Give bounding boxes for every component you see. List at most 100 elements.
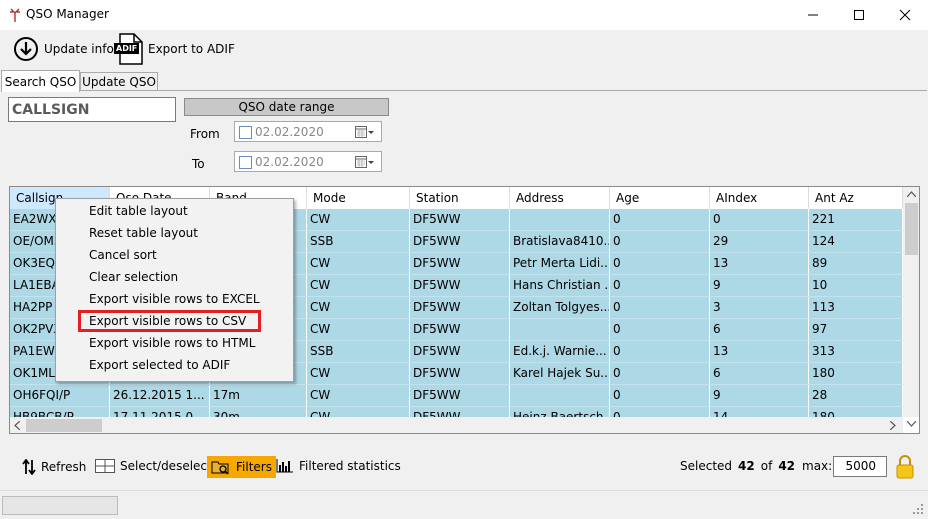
menu-item-clear-selection[interactable]: Clear selection — [89, 266, 178, 288]
table-cell: 113 — [809, 297, 903, 318]
table-cell: Petr Merta Lidi... — [510, 253, 610, 274]
callsign-input[interactable]: CALLSIGN — [8, 97, 176, 122]
vertical-scrollbar[interactable] — [903, 187, 919, 427]
date-range-header: QSO date range — [184, 98, 389, 116]
table-cell: 29 — [710, 231, 809, 252]
filters-label: Filters — [236, 460, 272, 474]
vertical-scroll-thumb[interactable] — [905, 203, 918, 255]
table-cell: 0 — [610, 363, 710, 384]
menu-item-export-excel[interactable]: Export visible rows to EXCEL — [89, 288, 260, 310]
column-header[interactable]: Mode — [307, 187, 410, 209]
column-header[interactable]: Station Callsign — [410, 187, 510, 227]
menu-item-reset-table-layout[interactable]: Reset table layout — [89, 222, 198, 244]
table-cell: 0 — [610, 209, 710, 230]
menu-item-edit-table-layout[interactable]: Edit table layout — [89, 200, 188, 222]
scroll-right-icon[interactable] — [890, 421, 896, 430]
table-cell: Zoltan Tolgyes... — [510, 297, 610, 318]
context-menu: Edit table layout Reset table layout Can… — [55, 198, 294, 382]
grid-icon — [95, 459, 115, 473]
scroll-up-icon[interactable] — [907, 191, 916, 197]
column-header[interactable]: Address — [510, 187, 610, 209]
menu-item-cancel-sort[interactable]: Cancel sort — [89, 244, 157, 266]
filtered-statistics-label: Filtered statistics — [299, 459, 401, 473]
table-cell: 0 — [610, 385, 710, 406]
maximize-icon — [854, 10, 864, 20]
table-cell: DF5WW — [410, 363, 510, 384]
select-deselect-label: Select/deselect — [120, 459, 212, 473]
selected-count: 42 — [738, 459, 755, 473]
minimize-button[interactable] — [790, 0, 836, 30]
bottom-toolbar: Refresh Select/deselect Filters Filtered… — [0, 452, 928, 482]
lock-icon[interactable] — [895, 455, 915, 479]
table-cell: CW — [307, 253, 410, 274]
from-date-value: 02.02.2020 — [255, 125, 324, 139]
close-icon — [899, 9, 911, 21]
export-adif-label: Export to ADIF — [148, 42, 235, 56]
table-cell: 26.12.2015 1... — [110, 385, 210, 406]
to-date-checkbox[interactable] — [239, 156, 252, 169]
resize-grip-icon[interactable] — [912, 503, 924, 515]
toolbar: Update info ADIF Export to ADIF — [0, 30, 928, 68]
to-date-picker[interactable]: 02.02.2020 — [234, 151, 382, 172]
table-cell: 17m — [210, 385, 307, 406]
table-cell: DF5WW — [410, 319, 510, 340]
filters-button[interactable]: Filters — [207, 456, 276, 478]
table-cell: 13 — [710, 253, 809, 274]
close-button[interactable] — [882, 0, 928, 30]
table-cell — [510, 209, 610, 230]
export-adif-button[interactable]: ADIF Export to ADIF — [114, 33, 235, 65]
table-cell: CW — [307, 275, 410, 296]
update-info-label: Update info — [44, 42, 114, 56]
table-cell: CW — [307, 363, 410, 384]
table-cell: 9 — [710, 275, 809, 296]
column-header[interactable]: Age — [610, 187, 710, 209]
calendar-icon[interactable] — [355, 155, 375, 169]
table-cell — [510, 385, 610, 406]
table-cell: DF5WW — [410, 341, 510, 362]
tab-update-qso[interactable]: Update QSO — [80, 72, 158, 91]
table-cell: OH6FQI/P — [10, 385, 110, 406]
adif-file-icon: ADIF — [114, 33, 144, 65]
calendar-icon[interactable] — [355, 125, 375, 139]
table-cell: DF5WW — [410, 275, 510, 296]
filtered-statistics-button[interactable]: Filtered statistics — [276, 459, 401, 473]
table-cell: SSB — [307, 231, 410, 252]
antenna-icon — [10, 8, 20, 22]
table-cell: 0 — [710, 209, 809, 230]
scroll-left-icon[interactable] — [14, 421, 20, 430]
status-progress-bar — [2, 496, 118, 515]
menu-item-export-adif[interactable]: Export selected to ADIF — [89, 354, 230, 376]
table-cell: 13 — [710, 341, 809, 362]
table-cell: DF5WW — [410, 209, 510, 230]
from-label: From — [190, 127, 220, 141]
refresh-icon — [22, 459, 36, 475]
table-cell: 0 — [610, 231, 710, 252]
table-cell: 313 — [809, 341, 903, 362]
column-header[interactable]: AIndex — [710, 187, 809, 209]
table-cell: DF5WW — [410, 385, 510, 406]
table-cell: CW — [307, 385, 410, 406]
max-rows-input[interactable]: 5000 — [833, 456, 887, 477]
table-row[interactable]: OH6FQI/P 26.12.2015 1... 17m CW DF5WW 0 9 28 — [10, 385, 903, 407]
download-icon — [14, 37, 38, 61]
table-cell: 10 — [809, 275, 903, 296]
refresh-button[interactable]: Refresh — [22, 459, 86, 475]
horizontal-scroll-thumb[interactable] — [26, 419, 102, 432]
horizontal-scrollbar[interactable] — [10, 417, 903, 433]
from-date-checkbox[interactable] — [239, 126, 252, 139]
from-date-picker[interactable]: 02.02.2020 — [234, 121, 382, 142]
maximize-button[interactable] — [836, 0, 882, 30]
table-cell: 9 — [710, 385, 809, 406]
tab-search-qso[interactable]: Search QSO — [1, 70, 80, 92]
table-cell: 89 — [809, 253, 903, 274]
table-cell: 0 — [610, 297, 710, 318]
table-cell: Hans Christian ... — [510, 275, 610, 296]
table-cell: 3 — [710, 297, 809, 318]
update-info-button[interactable]: Update info — [12, 35, 114, 63]
table-cell: CW — [307, 209, 410, 230]
menu-item-export-html[interactable]: Export visible rows to HTML — [89, 332, 255, 354]
column-header[interactable]: Ant Az — [809, 187, 903, 209]
table-cell: SSB — [307, 341, 410, 362]
scroll-down-icon[interactable] — [907, 421, 916, 427]
select-deselect-button[interactable]: Select/deselect — [95, 459, 212, 473]
